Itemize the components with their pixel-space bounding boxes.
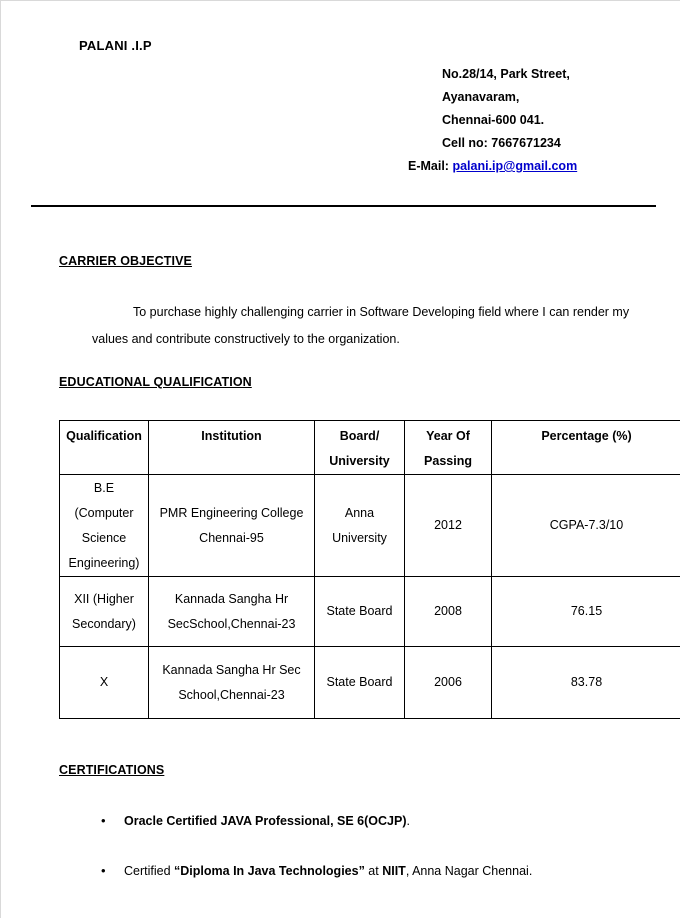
column-header-line1: Qualification [66,429,142,443]
table-row: X Kannada Sangha Hr Sec School,Chennai-2… [59,646,680,719]
cell-qualification: X [59,646,149,719]
cell-institution: Kannada Sangha Hr Sec School,Chennai-23 [148,646,315,719]
email-line: E-Mail: palani.ip@gmail.com [405,155,605,178]
certification-text-run: . [406,814,410,828]
certification-text-run: NIIT [382,864,406,878]
cell-percentage: 83.78 [491,646,680,719]
column-header-line2: University [329,454,390,468]
section-heading-objective: CARRIER OBJECTIVE [59,254,192,268]
cell-line: Secondary) [72,616,136,631]
cell-qualification: B.E (Computer Science Engineering) [59,474,149,577]
column-header-board: Board/ University [314,420,405,475]
column-header-line1: Board/ [339,429,380,443]
cell-year: 2006 [404,646,492,719]
certification-text-run: Oracle Certified JAVA Professional, SE 6… [124,814,407,828]
cell-line: B.E [93,480,115,495]
table-header-row: Qualification Institution Board/ Univers… [59,420,680,475]
cell-line: Anna [344,505,375,520]
cell-board: State Board [314,646,405,719]
objective-text: To purchase highly challenging carrier i… [92,305,630,346]
bullet-icon: • [101,813,106,828]
certification-text-run: , Anna Nagar Chennai. [405,864,533,878]
address-line-2: Ayanavaram, [442,90,520,104]
email-link[interactable]: palani.ip@gmail.com [452,159,577,173]
list-item: • Oracle Certified JAVA Professional, SE… [101,812,646,830]
cell-institution: Kannada Sangha Hr SecSchool,Chennai-23 [148,576,315,647]
cell-board: Anna University [314,474,405,577]
certification-text-run: at [364,864,383,878]
cell-line: (Computer [74,505,134,520]
cell-percentage: 76.15 [491,576,680,647]
certification-text: Certified “Diploma In Java Technologies”… [101,862,646,880]
cell-line: Engineering) [68,555,140,570]
table-row: B.E (Computer Science Engineering) PMR E… [59,474,680,577]
address-line-3: Chennai-600 041. [442,113,545,127]
column-header-percentage: Percentage (%) [491,420,680,475]
bullet-icon: • [101,863,106,878]
cell-year: 2008 [404,576,492,647]
cell-institution: PMR Engineering College Chennai-95 [148,474,315,577]
phone-line: Cell no: 7667671234 [442,136,561,150]
education-table: Qualification Institution Board/ Univers… [59,420,680,719]
column-header-line1: Institution [201,429,262,443]
cell-line: SecSchool,Chennai-23 [167,616,296,631]
cell-line: XII (Higher [74,591,134,606]
section-heading-certifications: CERTIFICATIONS [59,763,165,777]
address-line-1: No.28/14, Park Street, [442,67,570,81]
cell-line: PMR Engineering College [159,505,304,520]
column-header-year: Year Of Passing [404,420,492,475]
section-heading-education: EDUCATIONAL QUALIFICATION [59,375,252,389]
column-header-line1: Percentage (%) [541,429,632,443]
contact-block: No.28/14, Park Street, Ayanavaram, Chenn… [405,63,605,178]
column-header-line2: Passing [424,454,472,468]
certification-text-run: Certified [124,864,175,878]
table-row: XII (Higher Secondary) Kannada Sangha Hr… [59,576,680,647]
cell-board: State Board [314,576,405,647]
email-label: E-Mail: [408,159,449,173]
column-header-line1: Year Of [426,429,470,443]
cell-line: Chennai-95 [199,530,264,545]
cell-percentage: CGPA-7.3/10 [491,474,680,577]
cell-line: School,Chennai-23 [178,687,285,702]
cell-line: University [332,530,387,545]
resume-page: PALANI .I.P No.28/14, Park Street, Ayana… [0,0,680,918]
list-item: • Certified “Diploma In Java Technologie… [101,862,646,880]
certification-text-run: “Diploma In Java Technologies” [174,864,365,878]
certification-text: Oracle Certified JAVA Professional, SE 6… [101,812,646,830]
header-divider [31,205,656,207]
column-header-institution: Institution [148,420,315,475]
cell-line: Science [81,530,127,545]
cell-line: Kannada Sangha Hr [174,591,289,606]
cell-qualification: XII (Higher Secondary) [59,576,149,647]
cell-year: 2012 [404,474,492,577]
cell-line: Kannada Sangha Hr Sec [162,662,301,677]
candidate-name: PALANI .I.P [79,38,152,53]
column-header-qualification: Qualification [59,420,149,475]
